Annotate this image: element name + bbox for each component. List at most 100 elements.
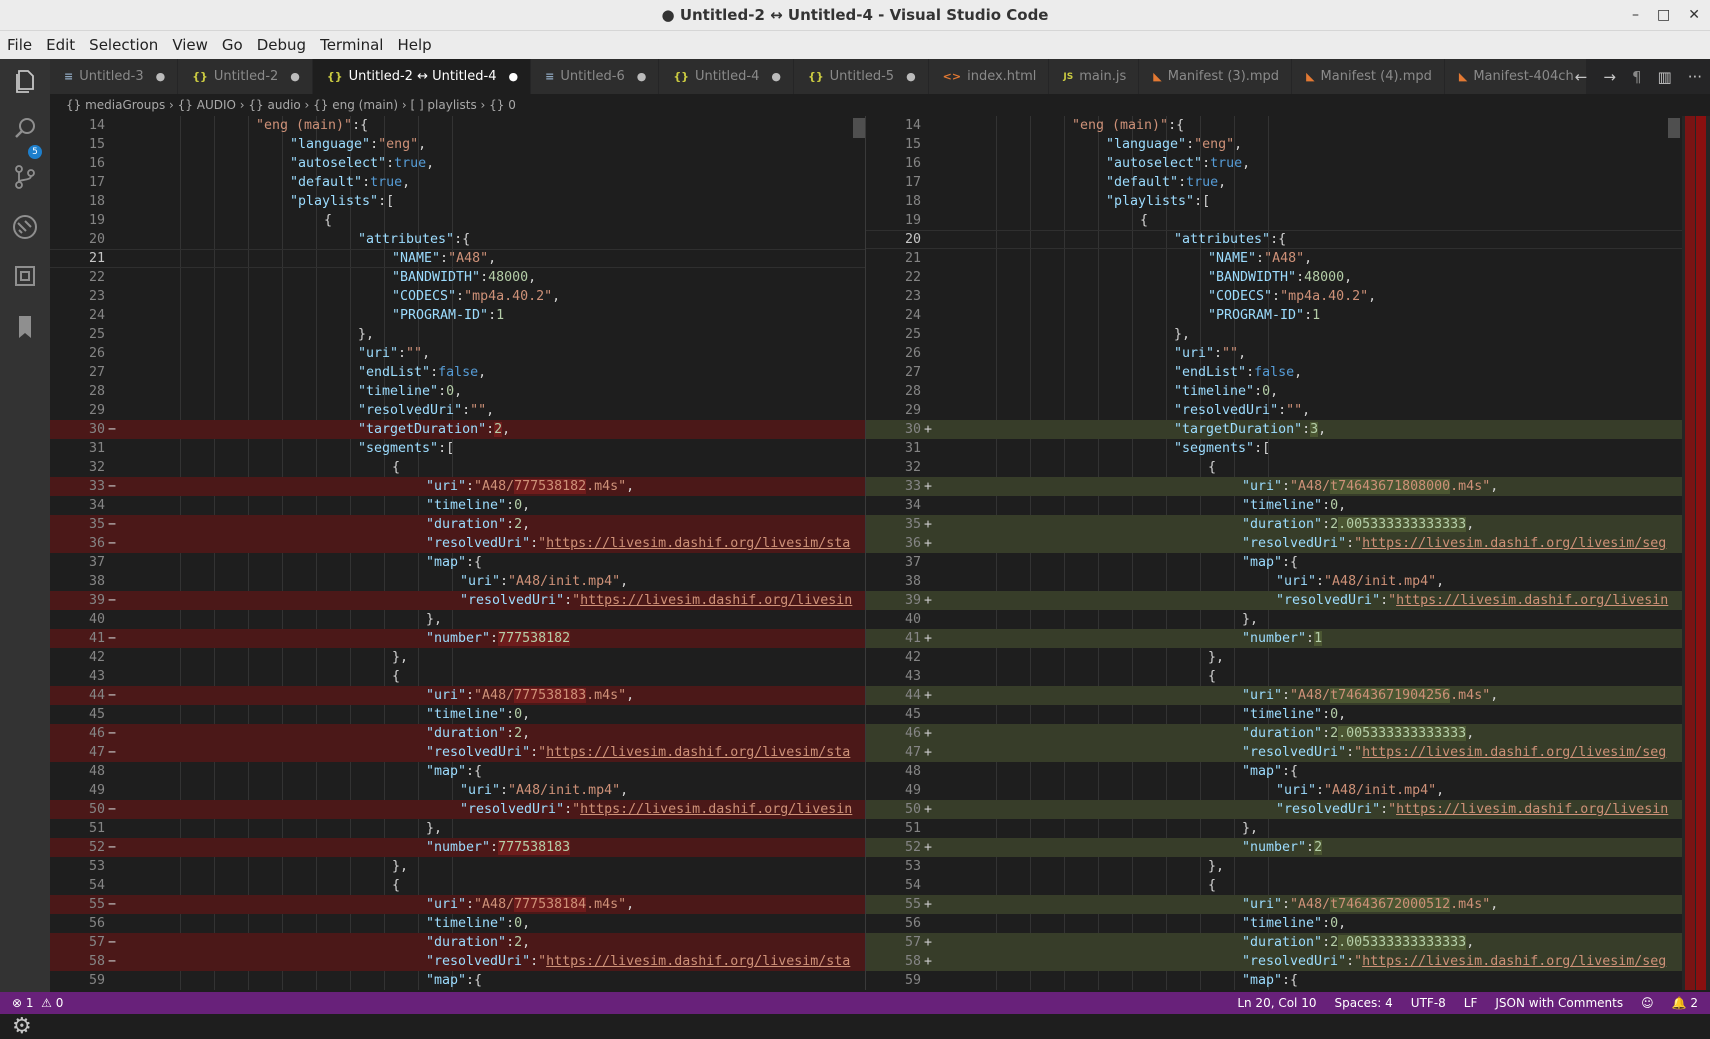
url-link[interactable]: https://livesim.dashif.org/livesin xyxy=(1396,593,1668,608)
code-line[interactable]: 49 "uri":"A48/init.mp4", xyxy=(50,781,865,800)
code-line[interactable]: 41− "number":777538182 xyxy=(50,629,865,648)
source-control-icon[interactable] xyxy=(10,164,40,194)
url-link[interactable]: https://livesim.dashif.org/livesin xyxy=(580,802,852,817)
code-line[interactable]: 40}, xyxy=(866,610,1682,629)
tab-manifest-3[interactable]: ◣ Manifest (3).mpd xyxy=(1139,59,1293,94)
close-button[interactable]: ✕ xyxy=(1688,0,1700,30)
code-line[interactable]: 58− "resolvedUri":"https://livesim.dashif… xyxy=(50,952,865,971)
warnings-count[interactable]: ⚠ 0 xyxy=(41,996,63,1010)
language-mode[interactable]: JSON with Comments xyxy=(1495,992,1623,1014)
code-line[interactable]: 20 "attributes":{ xyxy=(50,230,865,249)
code-line[interactable]: 55− "uri":"A48/777538184.m4s", xyxy=(50,895,865,914)
code-line[interactable]: 49 "uri":"A48/init.mp4", xyxy=(866,781,1682,800)
tab-manifest-404ch[interactable]: ◣ Manifest-404ch xyxy=(1444,59,1587,94)
code-line[interactable]: 41 + "number":1 xyxy=(866,629,1682,648)
url-link[interactable]: https://livesim.dashif.org/livesim/sta xyxy=(546,536,850,551)
code-line[interactable]: 21 "NAME":"A48", xyxy=(866,249,1682,268)
code-line[interactable]: 53}, xyxy=(866,857,1682,876)
code-line[interactable]: 59 "map":{ xyxy=(866,971,1682,990)
code-line[interactable]: 19 { xyxy=(866,211,1682,230)
code-line[interactable]: 22 "BANDWIDTH":48000, xyxy=(50,268,865,287)
dirty-indicator[interactable]: ● xyxy=(509,70,519,83)
url-link[interactable]: https://livesim.dashif.org/livesim/sta xyxy=(546,954,850,969)
code-line[interactable]: 40}, xyxy=(50,610,865,629)
diff-original-pane[interactable]: 14 "eng (main)":{15 "language":"eng", 16 "au… xyxy=(50,116,865,990)
tab-untitled-2[interactable]: {} Untitled-2 ● xyxy=(178,59,313,94)
code-line[interactable]: 20 "attributes":{ xyxy=(866,230,1682,249)
whitespace-toggle-icon[interactable]: ¶ xyxy=(1632,68,1642,86)
code-line[interactable]: 50− "resolvedUri":"https://livesim.dashif… xyxy=(50,800,865,819)
menu-view[interactable]: View xyxy=(165,36,215,54)
code-line[interactable]: 24 "PROGRAM-ID":1 xyxy=(866,306,1682,325)
code-line[interactable]: 52− "number":777538183 xyxy=(50,838,865,857)
code-line[interactable]: 36− "resolvedUri":"https://livesim.dashif… xyxy=(50,534,865,553)
menu-go[interactable]: Go xyxy=(215,36,250,54)
split-editor-icon[interactable]: ▥ xyxy=(1658,68,1672,86)
code-line[interactable]: 23 "CODECS":"mp4a.40.2", xyxy=(866,287,1682,306)
code-line[interactable]: 33− "uri":"A48/777538182.m4s", xyxy=(50,477,865,496)
code-line[interactable]: 16 "autoselect":true, xyxy=(50,154,865,173)
encoding[interactable]: UTF-8 xyxy=(1411,992,1446,1014)
right-scrollbar[interactable] xyxy=(1668,118,1680,138)
settings-gear-icon[interactable]: ⚙ xyxy=(12,1014,32,1039)
code-line[interactable]: 45 "timeline":0, xyxy=(866,705,1682,724)
code-line[interactable]: 21 "NAME":"A48", xyxy=(50,249,865,268)
next-change-icon[interactable]: → xyxy=(1603,68,1616,86)
code-line[interactable]: 30− "targetDuration":2, xyxy=(50,420,865,439)
code-line[interactable]: 36 + "resolvedUri":"https://livesim.dashif… xyxy=(866,534,1682,553)
dirty-indicator[interactable]: ● xyxy=(290,70,300,83)
code-line[interactable]: 32 { xyxy=(866,458,1682,477)
code-line[interactable]: 14 "eng (main)":{ xyxy=(866,116,1682,135)
code-line[interactable]: 47− "resolvedUri":"https://livesim.dashif… xyxy=(50,743,865,762)
menu-debug[interactable]: Debug xyxy=(250,36,313,54)
code-line[interactable]: 53}, xyxy=(50,857,865,876)
code-line[interactable]: 27 "endList":false, xyxy=(50,363,865,382)
more-actions-icon[interactable]: ··· xyxy=(1688,68,1702,86)
code-line[interactable]: 42}, xyxy=(866,648,1682,667)
code-line[interactable]: 33 + "uri":"A48/t74643671808000.m4s", xyxy=(866,477,1682,496)
code-line[interactable]: 15 "language":"eng", xyxy=(866,135,1682,154)
breadcrumb[interactable]: {} mediaGroups › {} AUDIO › {} audio › {… xyxy=(50,94,1710,116)
code-line[interactable]: 44 + "uri":"A48/t74643671904256.m4s", xyxy=(866,686,1682,705)
tab-index-html[interactable]: <> index.html xyxy=(928,59,1050,94)
code-line[interactable]: 16 "autoselect":true, xyxy=(866,154,1682,173)
code-line[interactable]: 31 "segments":[ xyxy=(50,439,865,458)
code-line[interactable]: 18 "playlists":[ xyxy=(866,192,1682,211)
code-line[interactable]: 17 "default":true, xyxy=(866,173,1682,192)
menu-file[interactable]: File xyxy=(0,36,39,54)
tab-manifest-4[interactable]: ◣ Manifest (4).mpd xyxy=(1292,59,1445,94)
code-line[interactable]: 38 "uri":"A48/init.mp4", xyxy=(866,572,1682,591)
code-line[interactable]: 19 { xyxy=(50,211,865,230)
code-line[interactable]: 26 "uri":"", xyxy=(50,344,865,363)
tab-main-js[interactable]: JS main.js xyxy=(1049,59,1140,94)
end-of-line[interactable]: LF xyxy=(1464,992,1478,1014)
code-line[interactable]: 30 + "targetDuration":3, xyxy=(866,420,1682,439)
code-line[interactable]: 18 "playlists":[ xyxy=(50,192,865,211)
url-link[interactable]: https://livesim.dashif.org/livesim/seg xyxy=(1362,745,1666,760)
extensions-icon[interactable] xyxy=(10,264,40,294)
code-line[interactable]: 34 "timeline":0, xyxy=(866,496,1682,515)
maximize-button[interactable]: □ xyxy=(1657,0,1670,30)
cursor-position[interactable]: Ln 20, Col 10 xyxy=(1237,992,1316,1014)
code-line[interactable]: 24 "PROGRAM-ID":1 xyxy=(50,306,865,325)
url-link[interactable]: https://livesim.dashif.org/livesin xyxy=(580,593,852,608)
dirty-indicator[interactable]: ● xyxy=(156,70,166,83)
code-line[interactable]: 29 "resolvedUri":"", xyxy=(50,401,865,420)
url-link[interactable]: https://livesim.dashif.org/livesim/seg xyxy=(1362,954,1666,969)
previous-change-icon[interactable]: ← xyxy=(1575,68,1588,86)
menu-terminal[interactable]: Terminal xyxy=(313,36,390,54)
code-line[interactable]: 35− "duration":2, xyxy=(50,515,865,534)
code-line[interactable]: 34 "timeline":0, xyxy=(50,496,865,515)
feedback-icon[interactable]: ☺ xyxy=(1641,992,1654,1014)
code-line[interactable]: 26 "uri":"", xyxy=(866,344,1682,363)
code-line[interactable]: 55 + "uri":"A48/t74643672000512.m4s", xyxy=(866,895,1682,914)
tab-untitled-6[interactable]: ≡ Untitled-6 ● xyxy=(531,59,660,94)
code-line[interactable]: 57 + "duration":2.005333333333333, xyxy=(866,933,1682,952)
code-line[interactable]: 45 "timeline":0, xyxy=(50,705,865,724)
menu-edit[interactable]: Edit xyxy=(39,36,82,54)
code-line[interactable]: 43 { xyxy=(866,667,1682,686)
minimize-button[interactable]: – xyxy=(1632,0,1639,30)
code-line[interactable]: 25}, xyxy=(50,325,865,344)
code-line[interactable]: 54 { xyxy=(866,876,1682,895)
code-line[interactable]: 14 "eng (main)":{ xyxy=(50,116,865,135)
